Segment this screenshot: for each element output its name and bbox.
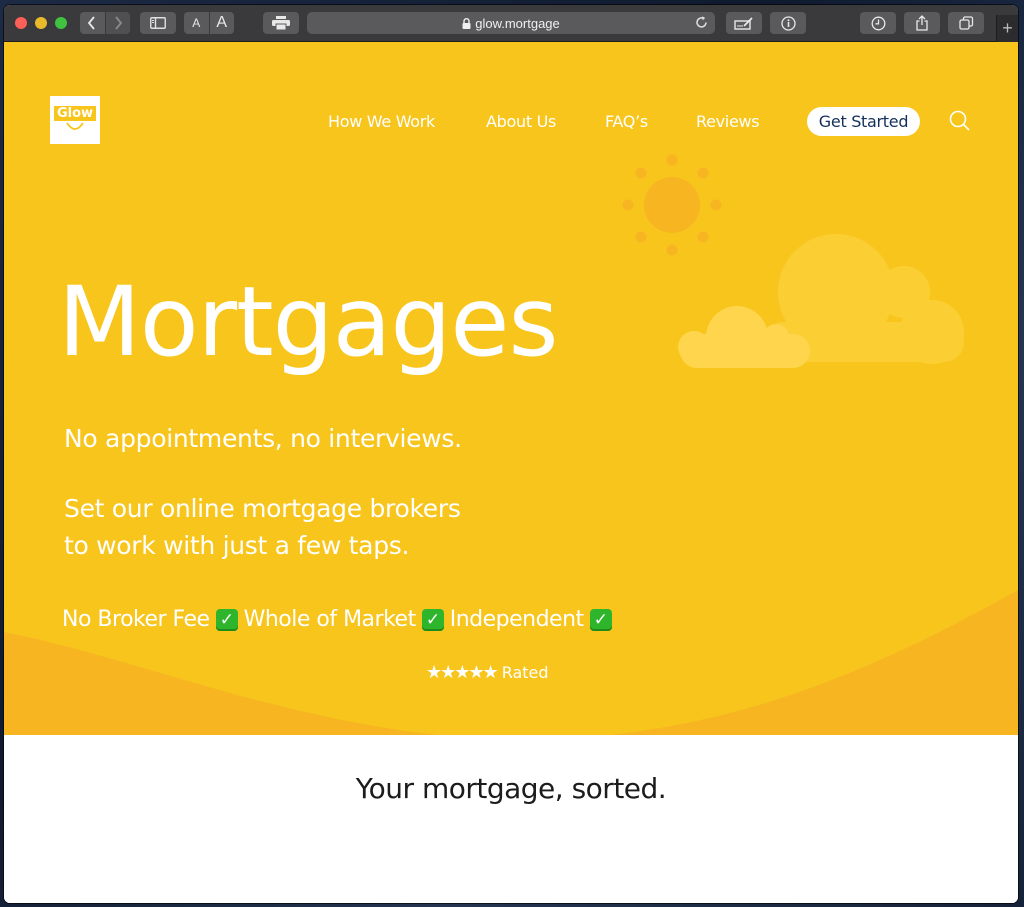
hero-subtitle-2-line-a: Set our online mortgage brokers [64, 494, 461, 523]
new-tab-button[interactable]: + [996, 15, 1018, 42]
sun-icon [622, 154, 722, 256]
history-nav [80, 12, 130, 34]
check-icon: ✓ [421, 608, 444, 631]
back-icon [88, 16, 95, 30]
close-window-button[interactable] [15, 17, 27, 29]
search-icon[interactable] [948, 109, 972, 133]
text-size-controls: A A [184, 12, 234, 34]
rating[interactable]: ★★★★★ Rated [426, 662, 549, 683]
main-nav: How We Work About Us FAQ’s Reviews Get S… [4, 107, 1018, 137]
hero-subtitle-2: Set our online mortgage brokers to work … [64, 490, 461, 564]
check-icon: ✓ [215, 608, 238, 631]
nav-faqs[interactable]: FAQ’s [605, 112, 648, 131]
sidebar-button[interactable] [140, 12, 176, 34]
tab-overview-button[interactable] [948, 12, 984, 34]
print-button[interactable] [263, 12, 299, 34]
decrease-text-size-button[interactable]: A [184, 12, 209, 34]
nav-about-us[interactable]: About Us [486, 112, 556, 131]
increase-text-size-button[interactable]: A [209, 12, 234, 34]
minimize-window-button[interactable] [35, 17, 47, 29]
reload-icon[interactable] [694, 15, 709, 30]
tabs-icon [958, 15, 973, 30]
sidebar-icon [150, 17, 166, 29]
lock-icon [462, 17, 471, 29]
history-icon [871, 16, 885, 30]
usp-label: Whole of Market [243, 607, 417, 632]
page-info-button[interactable] [770, 12, 806, 34]
hero-title: Mortgages [58, 266, 558, 378]
info-icon [780, 15, 796, 31]
usp-label: Independent [449, 607, 584, 632]
usp-list: No Broker Fee ✓ Whole of Market ✓ Indepe… [62, 607, 614, 632]
usp-label: No Broker Fee [62, 607, 210, 632]
annotate-button[interactable] [726, 12, 762, 34]
share-button[interactable] [904, 12, 940, 34]
nav-reviews[interactable]: Reviews [696, 112, 760, 131]
star-rating-icon: ★★★★★ [426, 662, 499, 683]
section-heading: Your mortgage, sorted. [355, 772, 667, 805]
history-button[interactable] [860, 12, 896, 34]
browser-window: A A glow.mortgage + Glow How We Work Abo… [4, 5, 1018, 903]
annotate-icon [734, 17, 753, 30]
web-page: Glow How We Work About Us FAQ’s Reviews … [4, 42, 1018, 903]
forward-button[interactable] [105, 12, 130, 34]
nav-how-we-work[interactable]: How We Work [328, 112, 435, 131]
hero-subtitle-1: No appointments, no interviews. [64, 424, 462, 453]
zoom-window-button[interactable] [55, 17, 67, 29]
hero-subtitle-2-line-b: to work with just a few taps. [64, 531, 410, 560]
share-icon [916, 15, 928, 31]
forward-icon [115, 16, 122, 30]
back-button[interactable] [80, 12, 105, 34]
url-text: glow.mortgage [475, 15, 560, 31]
address-bar[interactable]: glow.mortgage [307, 12, 715, 34]
browser-toolbar: A A glow.mortgage + [4, 5, 1018, 42]
get-started-button[interactable]: Get Started [807, 107, 920, 136]
hero-section: Glow How We Work About Us FAQ’s Reviews … [4, 42, 1018, 735]
rating-label: Rated [501, 663, 549, 682]
check-icon: ✓ [589, 608, 612, 631]
print-icon [272, 16, 290, 30]
